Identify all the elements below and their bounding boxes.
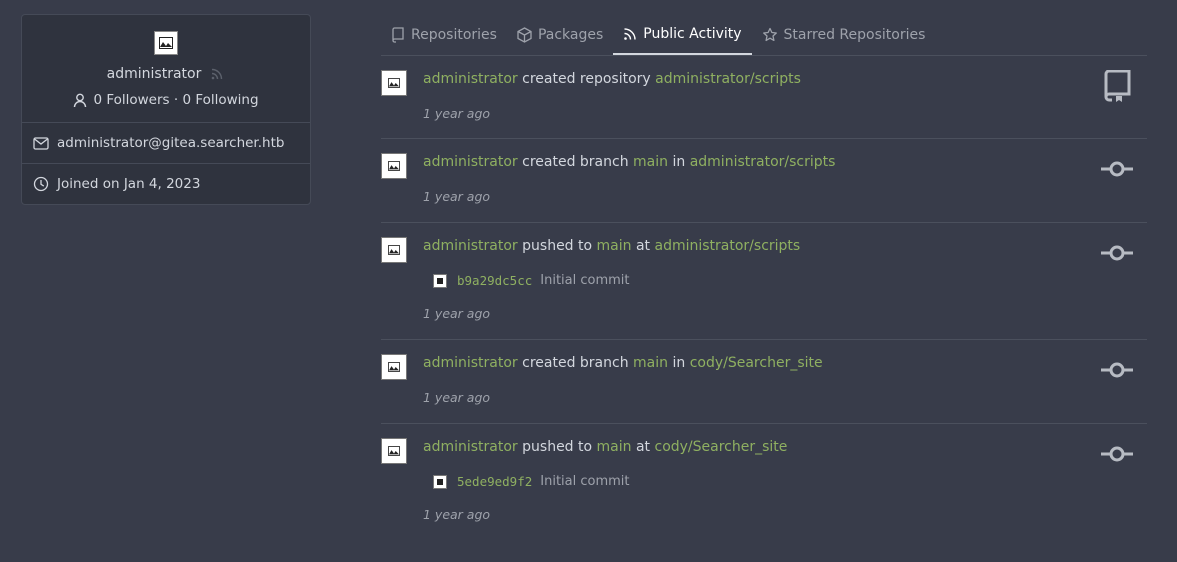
commit-sha-link[interactable]: 5ede9ed9f2: [457, 474, 532, 489]
profile-header: administrator 0 Followers · 0 Following: [22, 15, 310, 123]
feed-time: 1 year ago: [423, 390, 491, 405]
feed-action: created branch: [522, 355, 629, 371]
repo-icon: [1104, 70, 1131, 102]
git-commit-icon: [1101, 362, 1133, 378]
feed-time: 1 year ago: [423, 106, 491, 121]
profile-card: administrator 0 Followers · 0 Following …: [21, 14, 311, 205]
followers-text: 0 Followers · 0 Following: [93, 92, 259, 108]
git-commit-icon: [1101, 245, 1133, 261]
feed-repo-link[interactable]: administrator/scripts: [655, 238, 801, 254]
profile-username: administrator: [106, 66, 202, 82]
feed-action: pushed to: [522, 439, 593, 455]
commit-avatar: [433, 273, 447, 288]
feed-item: administrator created repository adminis…: [381, 56, 1147, 139]
clock-icon: [33, 176, 49, 192]
activity-feed: administrator created repository adminis…: [381, 56, 1147, 540]
tab-starred-repositories[interactable]: Starred Repositories: [752, 15, 936, 54]
feed-conj: in: [672, 154, 686, 170]
followers-link[interactable]: 0 Followers · 0 Following: [22, 92, 310, 108]
feed-user-link[interactable]: administrator: [423, 355, 518, 371]
avatar-image-icon: [388, 78, 400, 88]
repo-icon: [392, 26, 404, 43]
email-text[interactable]: administrator@gitea.searcher.htb: [57, 135, 284, 151]
profile-tabs: Repositories Packages Public Activity St…: [381, 15, 1147, 56]
feed-time: 1 year ago: [423, 189, 491, 204]
avatar-image-icon: [388, 245, 400, 255]
commit-avatar: [433, 474, 447, 489]
user-avatar[interactable]: [381, 70, 407, 96]
feed-repo-link[interactable]: administrator/scripts: [655, 71, 801, 87]
feed-repo-link[interactable]: cody/Searcher_site: [655, 439, 788, 455]
feed-item: administrator created branch main in cod…: [381, 340, 1147, 424]
avatar-image-icon: [388, 446, 400, 456]
feed-conj: at: [635, 238, 651, 254]
mail-icon: [33, 136, 49, 150]
feed-branch-link[interactable]: main: [597, 439, 632, 455]
git-commit-icon: [1101, 446, 1133, 462]
tab-repositories[interactable]: Repositories: [381, 15, 507, 54]
avatar-image-icon: [388, 161, 400, 171]
feed-branch-link[interactable]: main: [633, 355, 668, 371]
feed-branch-link[interactable]: main: [597, 238, 632, 254]
avatar-image-icon: [437, 277, 443, 284]
tab-label: Public Activity: [643, 26, 742, 42]
feed-item: administrator pushed to main at cody/Sea…: [381, 424, 1147, 540]
person-icon: [74, 93, 87, 107]
feed-user-link[interactable]: administrator: [423, 238, 518, 254]
avatar-image-icon: [388, 362, 400, 372]
feed-user-link[interactable]: administrator: [423, 71, 518, 87]
feed-conj: at: [635, 439, 651, 455]
feed-time: 1 year ago: [423, 306, 491, 321]
feed-action: created repository: [522, 71, 651, 87]
commit-sha-link[interactable]: b9a29dc5cc: [457, 273, 532, 288]
tab-label: Packages: [537, 26, 604, 43]
email-row: administrator@gitea.searcher.htb: [22, 123, 310, 163]
joined-text: Joined on Jan 4, 2023: [57, 176, 201, 192]
feed-user-link[interactable]: administrator: [423, 439, 518, 455]
commit-message: Initial commit: [540, 273, 630, 288]
tab-label: Repositories: [411, 26, 497, 43]
feed-action: pushed to: [522, 238, 593, 254]
user-avatar[interactable]: [381, 354, 407, 380]
feed-action: created branch: [522, 154, 629, 170]
commit-message: Initial commit: [540, 474, 630, 489]
git-commit-icon: [1101, 161, 1133, 177]
tab-label: Starred Repositories: [783, 26, 926, 43]
tab-public-activity[interactable]: Public Activity: [613, 15, 752, 55]
user-avatar[interactable]: [381, 237, 407, 263]
feed-time: 1 year ago: [423, 507, 491, 522]
user-avatar[interactable]: [381, 438, 407, 464]
user-avatar[interactable]: [381, 153, 407, 179]
feed-item: administrator pushed to main at administ…: [381, 223, 1147, 340]
feed-branch-link[interactable]: main: [633, 154, 668, 170]
package-icon: [517, 26, 532, 43]
feed-repo-link[interactable]: cody/Searcher_site: [690, 355, 823, 371]
commit-row: 5ede9ed9f2 Initial commit: [433, 474, 630, 489]
feed-item: administrator created branch main in adm…: [381, 139, 1147, 223]
star-icon: [762, 27, 777, 41]
avatar-image-icon: [159, 37, 173, 49]
rss-icon[interactable]: [209, 66, 225, 82]
avatar[interactable]: [154, 31, 178, 55]
joined-row: Joined on Jan 4, 2023: [22, 163, 310, 204]
feed-user-link[interactable]: administrator: [423, 154, 518, 170]
avatar-image-icon: [437, 478, 443, 485]
tab-packages[interactable]: Packages: [507, 15, 613, 54]
commit-row: b9a29dc5cc Initial commit: [433, 273, 630, 288]
rss-icon: [624, 28, 636, 40]
feed-repo-link[interactable]: administrator/scripts: [690, 154, 836, 170]
feed-conj: in: [672, 355, 686, 371]
